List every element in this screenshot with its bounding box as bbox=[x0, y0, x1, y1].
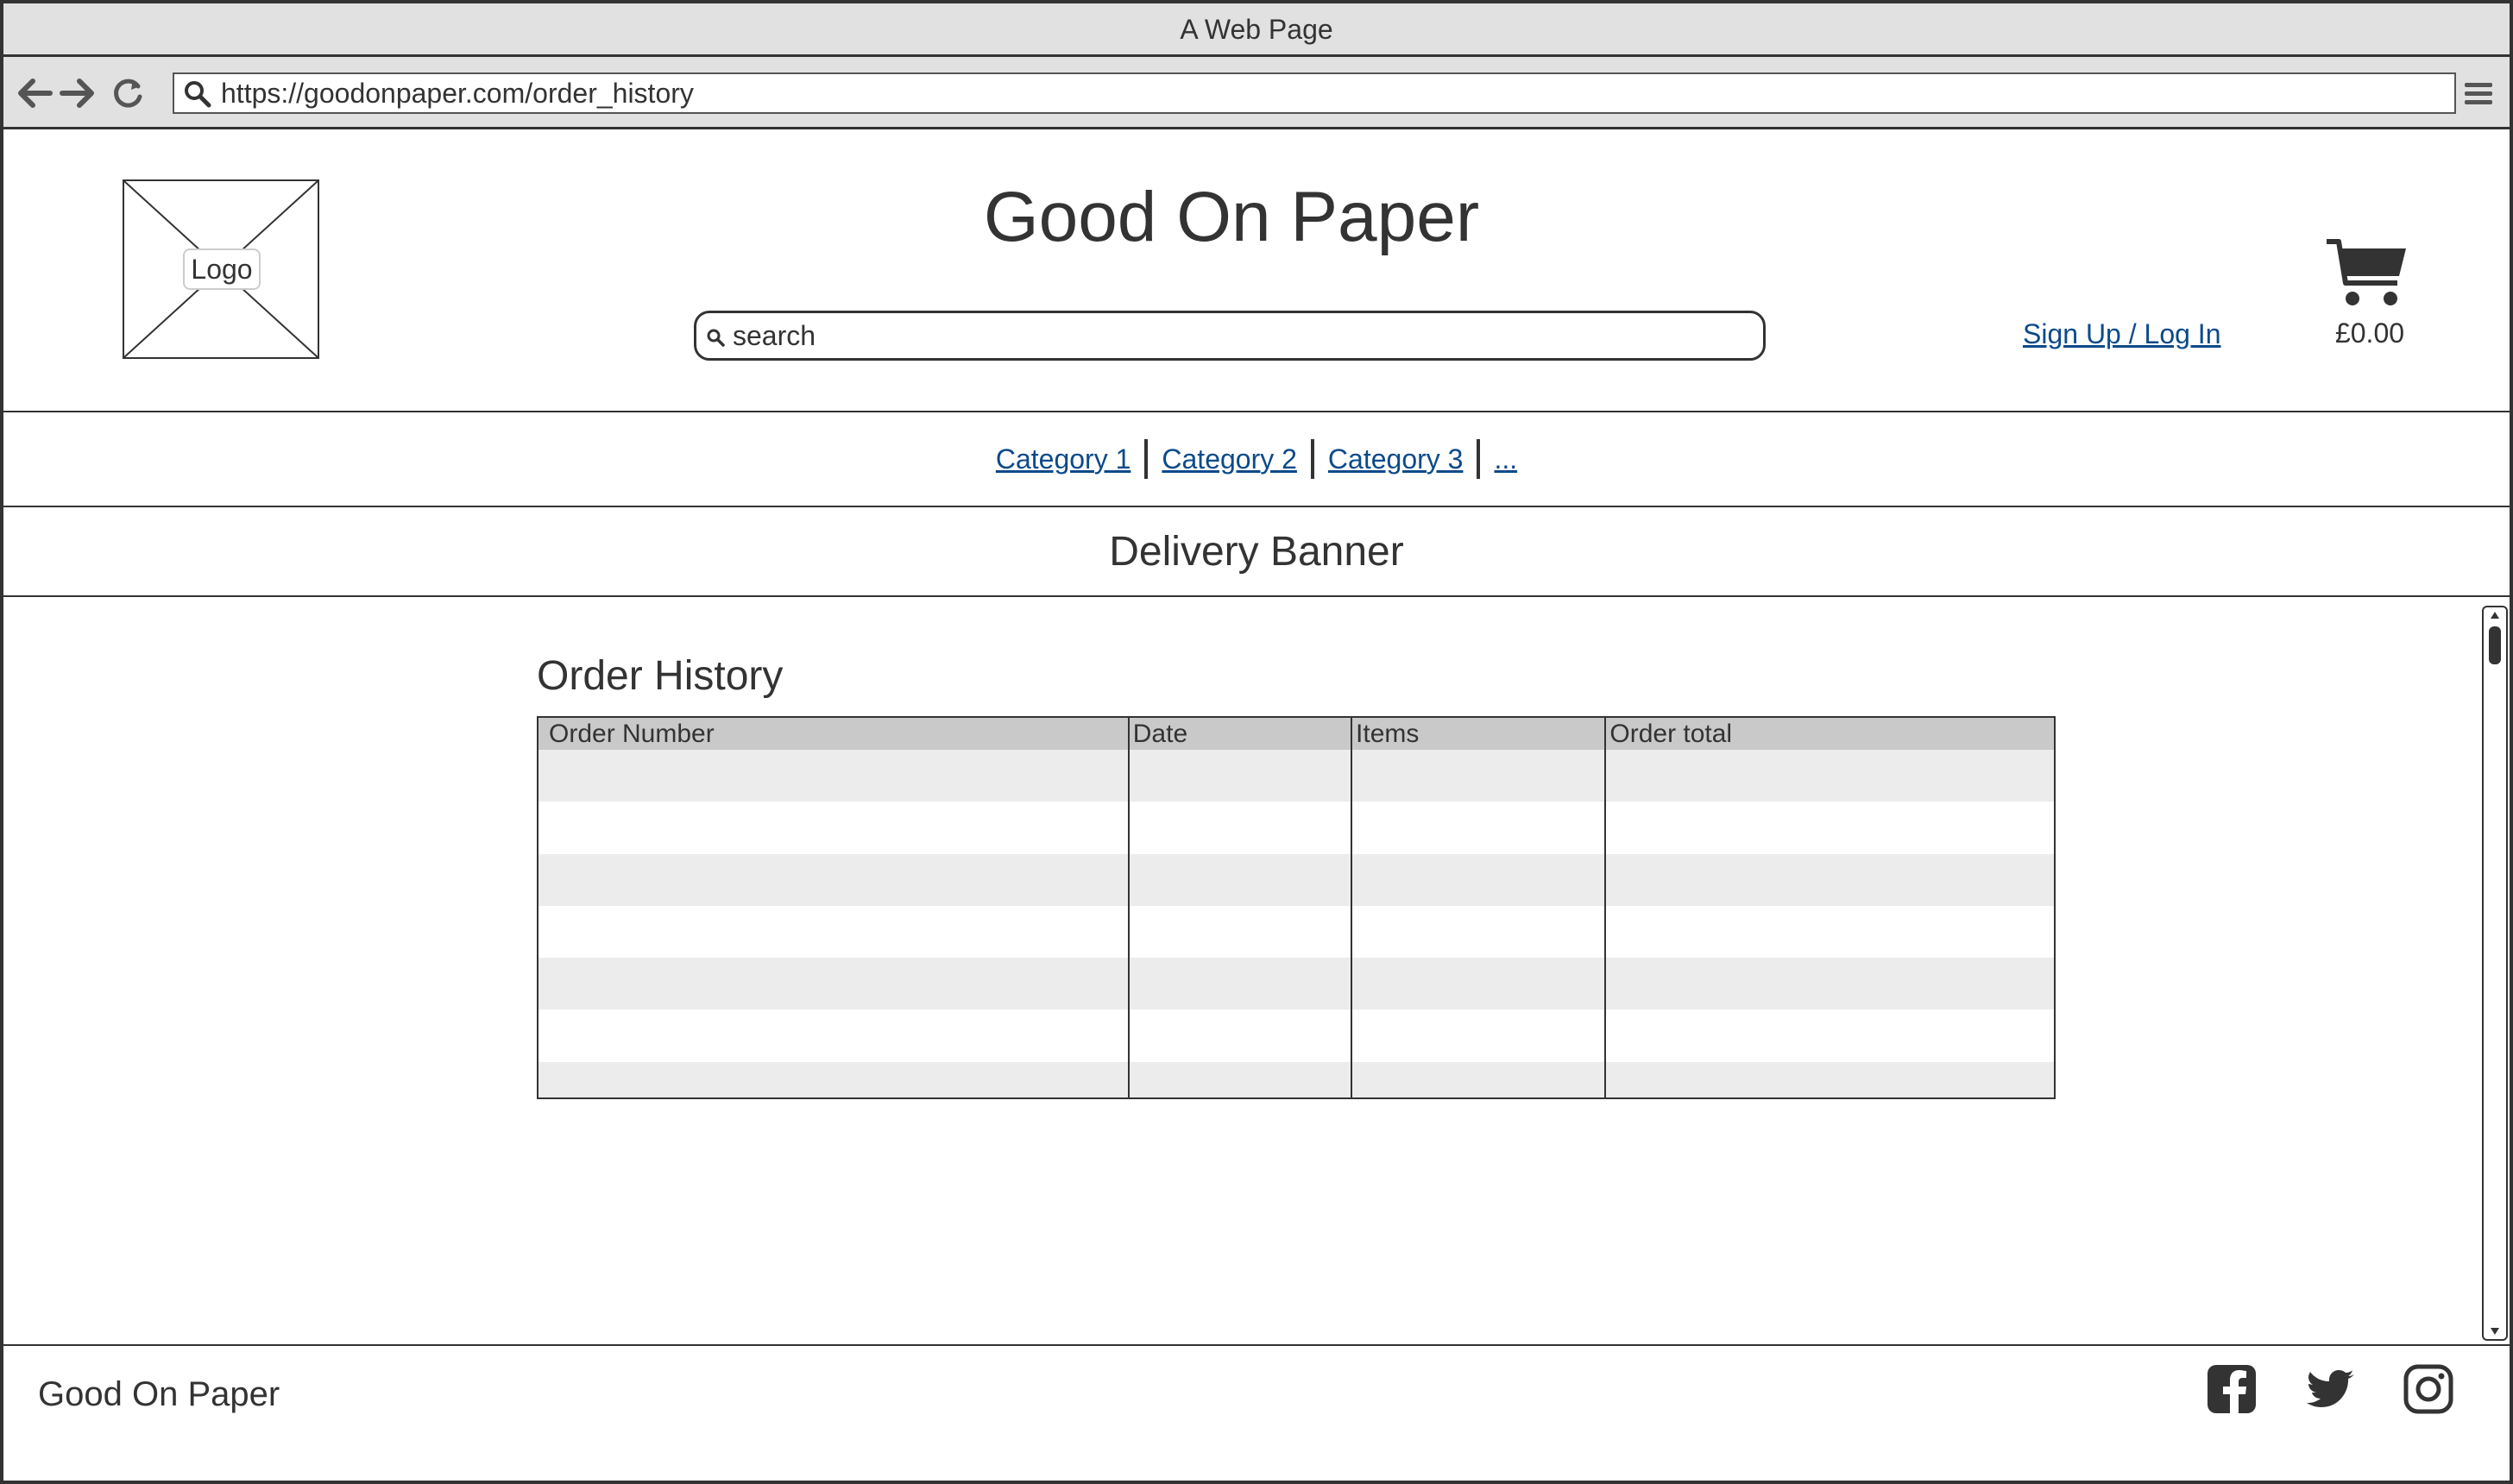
browser-toolbar: https://goodonpaper.com/order_history bbox=[3, 57, 2510, 129]
scroll-down-arrow-icon[interactable] bbox=[2490, 1327, 2500, 1336]
table-row[interactable] bbox=[538, 750, 2055, 802]
table-cell bbox=[538, 802, 1129, 853]
column-header-items[interactable]: Items bbox=[1351, 717, 1606, 750]
table-row[interactable] bbox=[538, 853, 2055, 906]
back-arrow-icon[interactable] bbox=[16, 74, 54, 112]
table-cell bbox=[1604, 1061, 2055, 1098]
table-row[interactable] bbox=[538, 1061, 2055, 1098]
table-row[interactable] bbox=[538, 1009, 2055, 1062]
cart-total: £0.00 bbox=[2334, 318, 2405, 349]
nav-category-2[interactable]: Category 2 bbox=[1162, 443, 1297, 475]
search-placeholder: search bbox=[733, 320, 816, 351]
table-cell bbox=[1604, 958, 2055, 1010]
browser-window: A Web Page https://goodonpaper.com/order… bbox=[0, 0, 2513, 1484]
logo-label: Logo bbox=[183, 248, 261, 290]
table-cell bbox=[1351, 958, 1606, 1010]
table-cell bbox=[1604, 905, 2055, 959]
table-cell bbox=[538, 1009, 1129, 1061]
table-cell bbox=[538, 853, 1129, 906]
table-row[interactable] bbox=[538, 958, 2055, 1010]
nav-separator bbox=[1310, 439, 1314, 479]
table-cell bbox=[538, 958, 1129, 1010]
table-cell bbox=[538, 1061, 1129, 1098]
search-input[interactable]: search bbox=[694, 311, 1766, 361]
shopping-cart-icon[interactable] bbox=[2325, 238, 2408, 309]
url-text: https://goodonpaper.com/order_history bbox=[221, 78, 694, 109]
logo-placeholder[interactable]: Logo bbox=[123, 179, 319, 359]
site-title: Good On Paper bbox=[983, 178, 1480, 256]
table-cell bbox=[1604, 750, 2055, 802]
nav-separator bbox=[1144, 439, 1149, 479]
table-cell bbox=[1127, 802, 1352, 854]
table-cell bbox=[1604, 1009, 2055, 1062]
nav-category-3[interactable]: Category 3 bbox=[1328, 443, 1464, 475]
page-heading: Order History bbox=[537, 653, 784, 699]
table-cell bbox=[1127, 958, 1352, 1010]
main-content: Order History Order Number Date Items Or… bbox=[3, 597, 2510, 1344]
table-cell bbox=[1127, 750, 1352, 802]
order-history-table: Order Number Date Items Order total bbox=[537, 716, 2056, 1099]
table-header-row: Order Number Date Items Order total bbox=[538, 717, 2055, 750]
table-cell bbox=[1127, 1009, 1352, 1062]
table-cell bbox=[538, 906, 1129, 958]
table-cell bbox=[1604, 853, 2055, 906]
nav-more[interactable]: ... bbox=[1494, 443, 1517, 475]
forward-arrow-icon[interactable] bbox=[59, 74, 97, 112]
table-cell bbox=[1351, 802, 1606, 854]
site-footer: Good On Paper bbox=[3, 1344, 2510, 1481]
scrollbar-thumb[interactable] bbox=[2489, 626, 2501, 664]
footer-brand: Good On Paper bbox=[38, 1375, 280, 1413]
nav-separator bbox=[1477, 439, 1481, 479]
url-bar[interactable]: https://goodonpaper.com/order_history bbox=[173, 72, 2456, 114]
window-title: A Web Page bbox=[3, 3, 2510, 57]
column-header-order-number[interactable]: Order Number bbox=[538, 717, 1129, 750]
scroll-up-arrow-icon[interactable] bbox=[2490, 611, 2500, 619]
instagram-icon[interactable] bbox=[2403, 1363, 2454, 1415]
table-row[interactable] bbox=[538, 905, 2055, 959]
vertical-scrollbar[interactable] bbox=[2482, 606, 2508, 1341]
column-header-order-total[interactable]: Order total bbox=[1604, 717, 2055, 750]
table-cell bbox=[1127, 1061, 1352, 1098]
table-cell bbox=[1351, 905, 1606, 959]
table-cell bbox=[1351, 1009, 1606, 1062]
sign-up-log-in-link[interactable]: Sign Up / Log In bbox=[2023, 312, 2239, 355]
table-cell bbox=[1127, 853, 1352, 906]
site-header: Logo Good On Paper search Sign Up / Log … bbox=[3, 129, 2510, 412]
table-cell bbox=[1351, 750, 1606, 802]
table-cell bbox=[1127, 905, 1352, 959]
table-cell bbox=[1351, 1061, 1606, 1098]
table-cell bbox=[1604, 802, 2055, 854]
table-row[interactable] bbox=[538, 802, 2055, 854]
reload-icon[interactable] bbox=[109, 74, 147, 112]
twitter-icon[interactable] bbox=[2306, 1363, 2358, 1415]
category-nav: Category 1 Category 2 Category 3 ... bbox=[3, 412, 2510, 507]
table-cell bbox=[538, 750, 1129, 802]
column-header-date[interactable]: Date bbox=[1127, 717, 1352, 750]
delivery-banner: Delivery Banner bbox=[3, 507, 2510, 597]
facebook-icon[interactable] bbox=[2206, 1363, 2258, 1415]
search-icon bbox=[185, 81, 211, 108]
hamburger-menu-icon[interactable] bbox=[2461, 76, 2496, 110]
table-cell bbox=[1351, 853, 1606, 906]
nav-category-1[interactable]: Category 1 bbox=[996, 443, 1131, 475]
search-icon bbox=[707, 329, 725, 347]
